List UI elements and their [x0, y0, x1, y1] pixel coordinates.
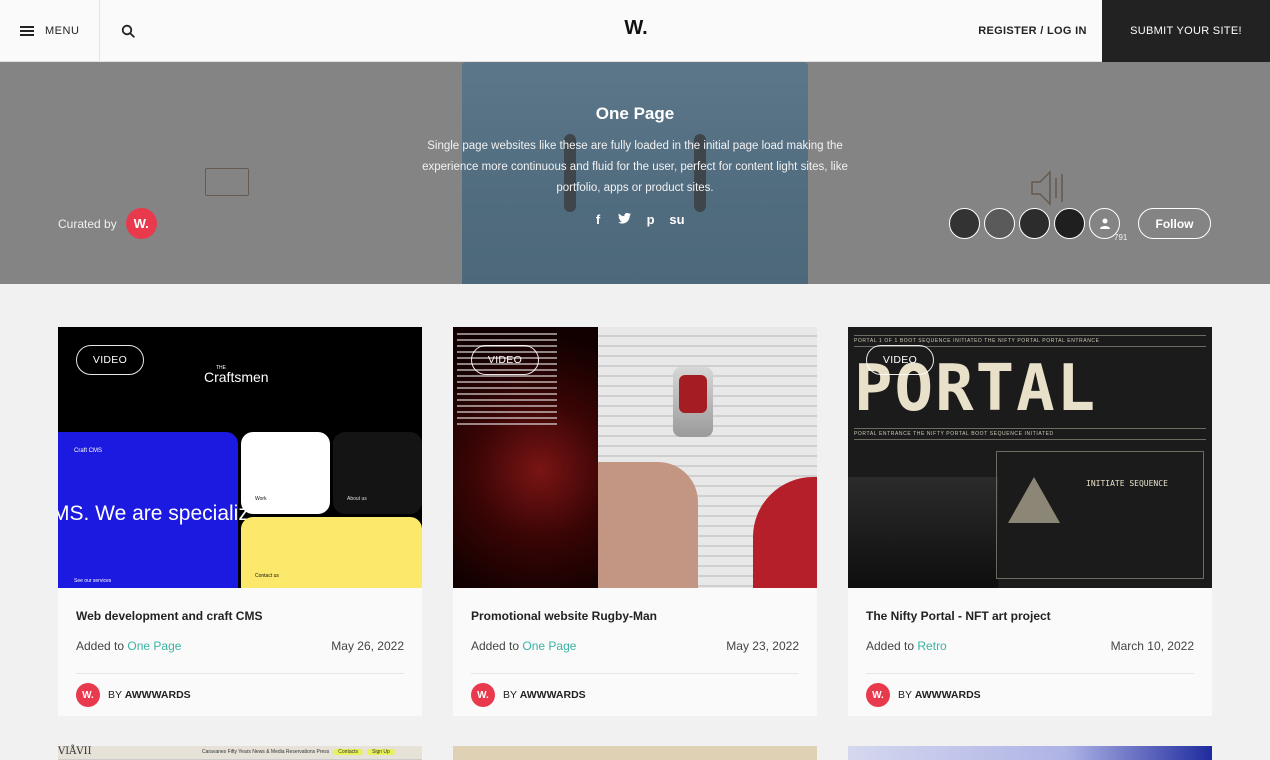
category-link[interactable]: One Page	[127, 639, 181, 653]
site-thumbnail[interactable]: VIDEO	[453, 327, 817, 588]
card-date: May 26, 2022	[331, 639, 404, 653]
thumb-ticker: PORTAL ENTRANCE THE NIFTY PORTAL BOOT SE…	[854, 428, 1206, 440]
thumb-brand: THE Craftsmen	[204, 365, 269, 385]
card-author[interactable]: W. BY AWWWARDS	[471, 683, 586, 707]
follower-avatar[interactable]	[1019, 208, 1050, 239]
register-login-link[interactable]: REGISTER / LOG IN	[970, 0, 1095, 62]
video-badge[interactable]: VIDEO	[866, 345, 934, 375]
site-logo[interactable]: W.	[610, 17, 662, 40]
search-icon	[121, 24, 135, 38]
video-badge[interactable]: VIDEO	[471, 345, 539, 375]
card-title[interactable]: Promotional website Rugby-Man	[471, 609, 657, 623]
curated-by: Curated by W.	[58, 208, 157, 239]
site-card-peek[interactable]: VIÅVII Caravanes Fifty Years News & Medi…	[58, 746, 422, 760]
card-added-to: Added to One Page	[471, 639, 577, 653]
curated-label: Curated by	[58, 216, 117, 231]
curator-avatar[interactable]: W.	[125, 208, 157, 239]
follower-avatar[interactable]	[1054, 208, 1085, 239]
collection-description: Single page websites like these are full…	[422, 140, 848, 194]
top-bar: MENU W. REGISTER / LOG IN SUBMIT YOUR SI…	[0, 0, 1270, 62]
stumbleupon-icon[interactable]: su	[669, 212, 685, 227]
follow-button[interactable]: Follow	[1138, 208, 1211, 239]
thumb-init-text: INITIATE SEQUENCE	[1086, 479, 1168, 488]
thumb-triangle	[1008, 477, 1060, 523]
submit-site-button[interactable]: SUBMIT YOUR SITE!	[1102, 0, 1270, 62]
pinterest-icon[interactable]: p	[643, 212, 659, 227]
card-added-to: Added to One Page	[76, 639, 182, 653]
site-card[interactable]: THE Craftsmen Craft CMS MS. We are specia…	[58, 327, 422, 716]
thumb-city	[848, 477, 998, 588]
category-link[interactable]: Retro	[917, 639, 946, 653]
author-avatar: W.	[76, 683, 100, 707]
site-thumbnail[interactable]: PORTAL 1 OF 1 BOOT SEQUENCE INITIATED TH…	[848, 327, 1212, 588]
author-avatar: W.	[866, 683, 890, 707]
card-date: March 10, 2022	[1110, 639, 1194, 653]
thumb-white-panel: Work	[241, 432, 330, 514]
follower-avatar[interactable]	[984, 208, 1015, 239]
facebook-icon[interactable]: f	[590, 212, 606, 227]
category-link[interactable]: One Page	[522, 639, 576, 653]
author-avatar: W.	[471, 683, 495, 707]
collection-hero: One Page Single page websites like these…	[0, 62, 1270, 284]
card-divider	[866, 673, 1194, 674]
video-badge[interactable]: VIDEO	[76, 345, 144, 375]
menu-button[interactable]: MENU	[0, 0, 100, 62]
followers: 791 Follow	[949, 208, 1211, 242]
share-links: f p su	[590, 212, 685, 227]
followers-count-badge[interactable]: 791	[1089, 208, 1127, 242]
twitter-icon[interactable]	[616, 212, 632, 227]
search-button[interactable]	[100, 0, 156, 62]
hamburger-icon	[20, 26, 34, 36]
card-added-to: Added to Retro	[866, 639, 947, 653]
card-title[interactable]: The Nifty Portal - NFT art project	[866, 609, 1051, 623]
thumb-person	[598, 462, 698, 588]
card-author[interactable]: W. BY AWWWARDS	[76, 683, 191, 707]
thumb-dark-panel: About us	[333, 432, 422, 514]
thumb-blue-panel: Craft CMS MS. We are specializ See our s…	[58, 432, 249, 588]
follower-avatar[interactable]	[949, 208, 980, 239]
collection-title: One Page	[595, 104, 675, 123]
card-author[interactable]: W. BY AWWWARDS	[866, 683, 981, 707]
followers-count: 791	[1114, 233, 1128, 242]
user-icon	[1099, 218, 1110, 229]
card-divider	[471, 673, 799, 674]
card-date: May 23, 2022	[726, 639, 799, 653]
menu-label: MENU	[45, 25, 80, 37]
site-card[interactable]: PORTAL 1 OF 1 BOOT SEQUENCE INITIATED TH…	[848, 327, 1212, 716]
site-card-peek[interactable]	[453, 746, 817, 760]
card-title[interactable]: Web development and craft CMS	[76, 609, 262, 623]
site-card-peek[interactable]	[848, 746, 1212, 760]
thumb-yellow-panel: Contact us	[241, 517, 422, 588]
site-thumbnail[interactable]: THE Craftsmen Craft CMS MS. We are specia…	[58, 327, 422, 588]
card-divider	[76, 673, 404, 674]
site-card[interactable]: VIDEO Promotional website Rugby-Man Adde…	[453, 327, 817, 716]
